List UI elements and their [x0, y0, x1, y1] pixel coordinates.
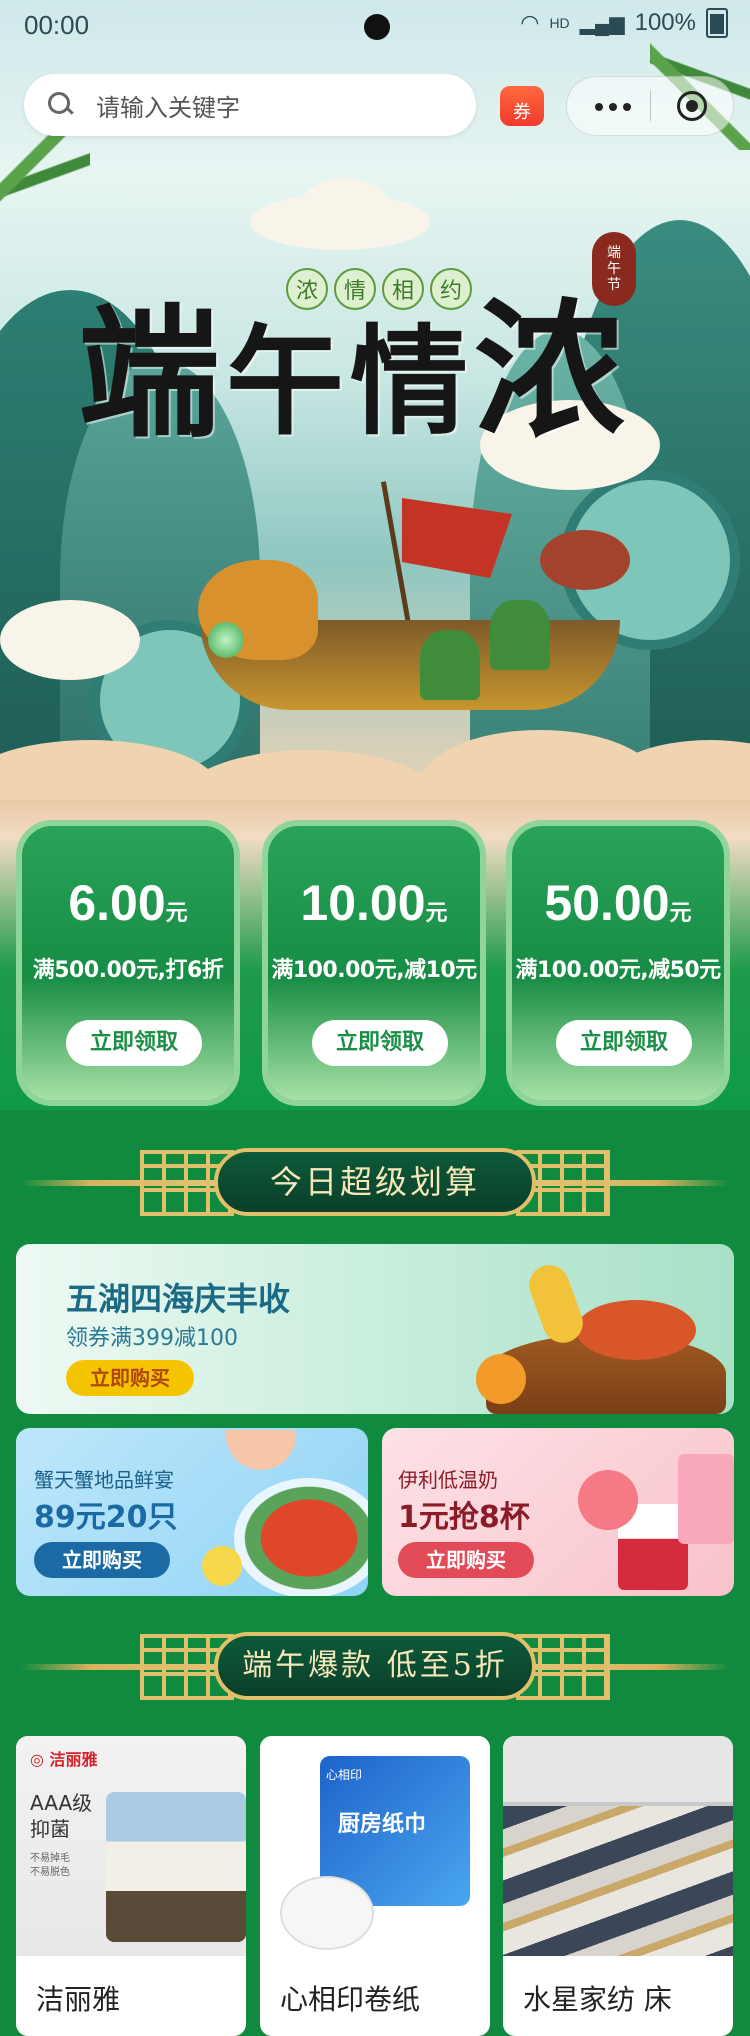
coupon-icon-label: 券 [513, 102, 531, 123]
network-label: HD [549, 15, 570, 31]
search-bar[interactable]: 请输入关键字 [24, 74, 476, 136]
hero-subtitle: 浓 情 相 约 [286, 268, 472, 310]
coupon-amount: 50.00元 [544, 875, 692, 931]
paper-towel-label: 厨房纸巾 [338, 1812, 427, 1837]
paper-roll-image [280, 1876, 374, 1950]
corn-image [523, 1259, 589, 1349]
cloud-top-2 [300, 178, 390, 238]
buy-now-button[interactable]: 立即购买 [34, 1542, 170, 1578]
promo-title: 伊利低温奶 [398, 1468, 498, 1492]
claim-coupon-button[interactable]: 立即领取 [556, 1020, 692, 1066]
title-char: 端 [78, 291, 226, 457]
product-image: ◎ 洁丽雅 AAA级 抑菌 不易掉毛 不易脱色 [16, 1736, 246, 1956]
signal-icon: ▂▄▆ [579, 12, 625, 35]
crab-image [576, 1300, 696, 1360]
crab-plate-image [234, 1478, 368, 1596]
coupon-card[interactable]: 10.00元 满100.00元,减10元 立即领取 [262, 820, 486, 1106]
promo-price: 1元抢8杯 [398, 1500, 530, 1535]
brand-logo: 心相印 [326, 1768, 363, 1782]
battery-icon [706, 8, 728, 38]
claim-coupon-button[interactable]: 立即领取 [312, 1020, 448, 1066]
coupon-condition: 满100.00元,减10元 [271, 958, 477, 983]
subtitle-char: 约 [430, 268, 472, 310]
search-icon [48, 92, 74, 118]
product-image [503, 1736, 733, 1956]
product-name: 洁丽雅 [36, 1983, 121, 2016]
yogurt-box-image [678, 1454, 734, 1544]
promo-harvest-banner[interactable]: 五湖四海庆丰收 领券满399减100 立即购买 [16, 1244, 734, 1414]
coupon-card[interactable]: 6.00元 满500.00元,打6折 立即领取 [16, 820, 240, 1106]
miniprogram-capsule [566, 76, 734, 136]
coupon-amount: 10.00元 [300, 875, 448, 931]
product-image: 厨房纸巾 心相印 [260, 1736, 490, 1956]
search-placeholder: 请输入关键字 [96, 93, 240, 122]
capsule-divider [650, 91, 651, 121]
coupon-icon[interactable]: 券 [500, 86, 544, 126]
zongzi-character-2 [490, 600, 550, 670]
buy-now-button[interactable]: 立即购买 [66, 1360, 194, 1396]
product-name: 心相印卷纸 [280, 1983, 421, 2016]
festival-seal: 端 午 节 [592, 232, 636, 306]
more-icon[interactable] [595, 103, 631, 111]
product-card[interactable]: 水星家纺 床 [503, 1736, 733, 2036]
product-card[interactable]: 厨房纸巾 心相印 心相印卷纸 [260, 1736, 490, 2036]
brand-logo: ◎ 洁丽雅 [30, 1750, 98, 1769]
section-title: 端午爆款 低至5折 [214, 1632, 536, 1700]
battery-label: 100% [634, 9, 696, 36]
seal-char: 端 [607, 245, 621, 261]
status-time: 00:00 [24, 10, 90, 40]
cloud-left [0, 600, 140, 680]
coupon-condition: 满100.00元,减50元 [515, 958, 721, 983]
promo-price: 89元20只 [34, 1500, 178, 1535]
buy-now-button[interactable]: 立即购买 [398, 1542, 534, 1578]
subtitle-char: 相 [382, 268, 424, 310]
peach-image [578, 1470, 638, 1530]
promo-title: 五湖四海庆丰收 [66, 1280, 291, 1318]
wifi-icon: ◠ [520, 10, 540, 35]
seal-char: 节 [607, 277, 621, 293]
section-header-hot-sales: 端午爆款 低至5折 [20, 1628, 730, 1708]
product-card[interactable]: ◎ 洁丽雅 AAA级 抑菌 不易掉毛 不易脱色 洁丽雅 [16, 1736, 246, 2036]
coupon-amount: 6.00元 [68, 875, 188, 931]
status-bar: 00:00 ◠ HD ▂▄▆ 100% [0, 0, 750, 52]
towel-stack-image [106, 1792, 246, 1942]
close-miniprogram-icon[interactable] [677, 91, 707, 121]
section-title: 今日超级划算 [214, 1148, 536, 1216]
shrimp-bowl-image [226, 1430, 296, 1470]
title-char: 情 [350, 312, 475, 451]
pearl [208, 622, 244, 658]
section-header-daily-deals: 今日超级划算 [20, 1144, 730, 1224]
coupon-condition: 满500.00元,打6折 [32, 958, 224, 983]
camera-cutout [364, 14, 390, 40]
title-char: 午 [226, 312, 351, 451]
subtitle-char: 浓 [286, 268, 328, 310]
product-name: 水星家纺 床 [523, 1983, 672, 2016]
zongzi-character-1 [420, 630, 480, 700]
seal-char: 午 [607, 261, 621, 277]
coupon-card[interactable]: 50.00元 满100.00元,减50元 立即领取 [506, 820, 730, 1106]
bedding-image [503, 1806, 733, 1956]
product-tagline: AAA级 抑菌 [30, 1791, 93, 1841]
claim-coupon-button[interactable]: 立即领取 [66, 1020, 202, 1066]
promo-crab-banner[interactable]: 蟹天蟹地品鲜宴 89元20只 立即购买 [16, 1428, 368, 1596]
promo-subtitle: 领券满399减100 [66, 1326, 238, 1351]
subtitle-char: 情 [334, 268, 376, 310]
orange-image [476, 1354, 526, 1404]
product-notes: 不易掉毛 不易脱色 [30, 1853, 70, 1878]
dates-basket [540, 530, 630, 590]
promo-milk-banner[interactable]: 伊利低温奶 1元抢8杯 立即购买 [382, 1428, 734, 1596]
lemon-image [202, 1546, 242, 1586]
title-char: 浓 [474, 283, 631, 459]
promo-title: 蟹天蟹地品鲜宴 [34, 1468, 174, 1492]
